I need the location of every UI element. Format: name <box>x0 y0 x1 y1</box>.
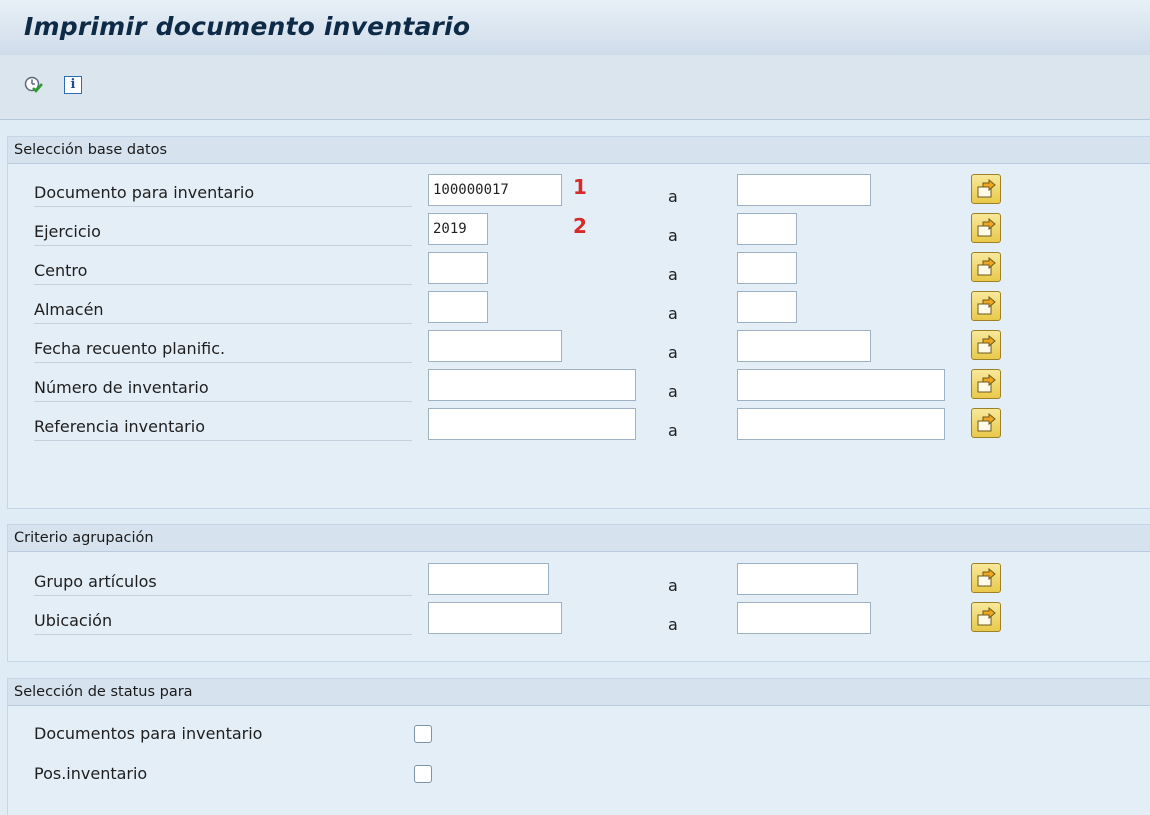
multiple-selection-button[interactable] <box>971 563 1001 593</box>
group-grouping: Criterio agrupación Grupo artículos a Ub… <box>7 524 1150 662</box>
referencia-to-input[interactable] <box>737 408 945 440</box>
multiple-selection-icon <box>977 568 996 587</box>
row-ubicacion: Ubicación a <box>8 602 1150 638</box>
ubicacion-from-input[interactable] <box>428 602 562 634</box>
field-label: Ejercicio <box>34 219 412 246</box>
title-bar: Imprimir documento inventario <box>0 0 1150 55</box>
referencia-from-input[interactable] <box>428 408 636 440</box>
checkbox-label: Pos.inventario <box>34 764 148 783</box>
multiple-selection-icon <box>977 607 996 626</box>
fecha-from-input[interactable] <box>428 330 562 362</box>
multiple-selection-button[interactable] <box>971 602 1001 632</box>
row-centro: Centro a <box>8 252 1150 288</box>
row-pos-inventario: Pos.inventario <box>8 760 1150 790</box>
multiple-selection-button[interactable] <box>971 330 1001 360</box>
range-a-label: a <box>668 265 678 284</box>
field-label: Documento para inventario <box>34 180 412 207</box>
almacen-to-input[interactable] <box>737 291 797 323</box>
range-a-label: a <box>668 226 678 245</box>
multiple-selection-icon <box>977 413 996 432</box>
multiple-selection-button[interactable] <box>971 369 1001 399</box>
multiple-selection-icon <box>977 257 996 276</box>
multiple-selection-button[interactable] <box>971 291 1001 321</box>
field-label: Referencia inventario <box>34 414 412 441</box>
group-db-selection: Selección base datos Documento para inve… <box>7 136 1150 509</box>
range-a-label: a <box>668 615 678 634</box>
range-a-label: a <box>668 187 678 206</box>
range-a-label: a <box>668 576 678 595</box>
row-referencia-inventario: Referencia inventario a <box>8 408 1150 444</box>
field-label: Grupo artículos <box>34 569 412 596</box>
grupo-to-input[interactable] <box>737 563 858 595</box>
centro-from-input[interactable] <box>428 252 488 284</box>
field-label: Número de inventario <box>34 375 412 402</box>
row-documentos-inventario: Documentos para inventario <box>8 720 1150 750</box>
application-toolbar: i <box>0 55 1150 120</box>
page-title: Imprimir documento inventario <box>24 12 471 41</box>
centro-to-input[interactable] <box>737 252 797 284</box>
multiple-selection-icon <box>977 296 996 315</box>
multiple-selection-icon <box>977 374 996 393</box>
numero-to-input[interactable] <box>737 369 945 401</box>
row-almacen: Almacén a <box>8 291 1150 327</box>
range-a-label: a <box>668 421 678 440</box>
range-a-label: a <box>668 382 678 401</box>
range-a-label: a <box>668 343 678 362</box>
multiple-selection-icon <box>977 335 996 354</box>
group-title: Selección de status para <box>8 679 1150 706</box>
execute-clock-icon[interactable] <box>24 75 44 95</box>
multiple-selection-button[interactable] <box>971 408 1001 438</box>
multiple-selection-button[interactable] <box>971 252 1001 282</box>
documentos-inventario-checkbox[interactable] <box>414 725 432 743</box>
field-label: Centro <box>34 258 412 285</box>
field-label: Fecha recuento planific. <box>34 336 412 363</box>
row-ejercicio: Ejercicio 2019 2 a <box>8 213 1150 249</box>
ubicacion-to-input[interactable] <box>737 602 871 634</box>
documento-to-input[interactable] <box>737 174 871 206</box>
row-documento: Documento para inventario 100000017 1 a <box>8 174 1150 210</box>
fecha-to-input[interactable] <box>737 330 871 362</box>
info-icon[interactable]: i <box>64 76 82 94</box>
group-status-selection: Selección de status para Documentos para… <box>7 678 1150 815</box>
row-numero-inventario: Número de inventario a <box>8 369 1150 405</box>
ejercicio-to-input[interactable] <box>737 213 797 245</box>
multiple-selection-icon <box>977 218 996 237</box>
checkbox-label: Documentos para inventario <box>34 724 263 743</box>
row-fecha-recuento: Fecha recuento planific. a <box>8 330 1150 366</box>
field-label: Almacén <box>34 297 412 324</box>
almacen-from-input[interactable] <box>428 291 488 323</box>
grupo-from-input[interactable] <box>428 563 549 595</box>
documento-from-input[interactable]: 100000017 <box>428 174 562 206</box>
numero-from-input[interactable] <box>428 369 636 401</box>
multiple-selection-button[interactable] <box>971 174 1001 204</box>
marker-1: 1 <box>573 175 587 199</box>
pos-inventario-checkbox[interactable] <box>414 765 432 783</box>
multiple-selection-button[interactable] <box>971 213 1001 243</box>
group-title: Criterio agrupación <box>8 525 1150 552</box>
field-label: Ubicación <box>34 608 412 635</box>
multiple-selection-icon <box>977 179 996 198</box>
range-a-label: a <box>668 304 678 323</box>
row-grupo-articulos: Grupo artículos a <box>8 563 1150 599</box>
group-title: Selección base datos <box>8 137 1150 164</box>
marker-2: 2 <box>573 214 587 238</box>
ejercicio-from-input[interactable]: 2019 <box>428 213 488 245</box>
